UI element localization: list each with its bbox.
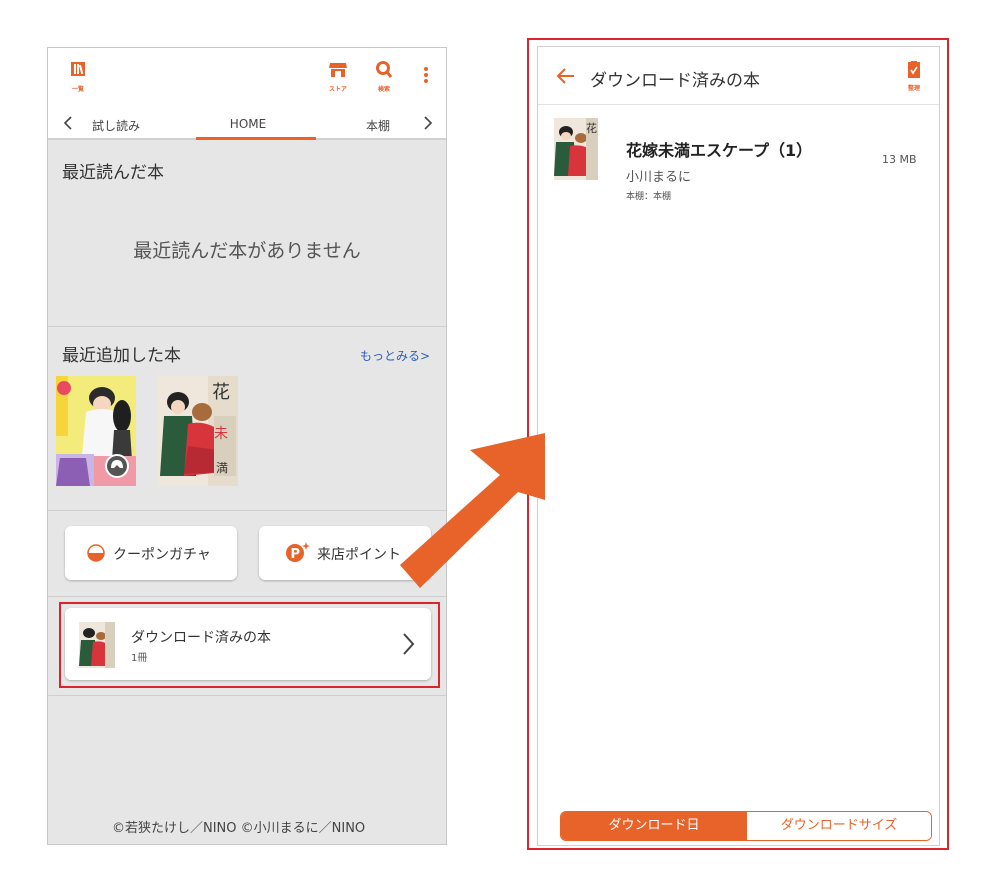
search-label: 検索 [377, 86, 390, 93]
manage-button[interactable]: 整理 [902, 61, 926, 92]
back-arrow-icon[interactable] [556, 67, 576, 85]
tab-bookshelf[interactable]: 本棚 [366, 117, 390, 134]
tab-bar: 試し読み HOME 本棚 [48, 108, 446, 140]
divider [48, 326, 446, 327]
downloaded-books-button[interactable]: ダウンロード済みの本 1冊 [65, 608, 431, 680]
downloaded-book-thumbnail [79, 622, 115, 668]
header-bar: ダウンロード済みの本 整理 [538, 47, 939, 105]
left-phone-screen: 一覧 ストア 検索 試し読み HOME 本棚 最近読んだ本 最近読んだ本がありま… [47, 47, 447, 845]
recent-added-title: 最近追加した本 [62, 346, 181, 366]
list-button[interactable]: 一覧 [66, 60, 90, 93]
book-cover-1-art [56, 376, 136, 486]
book-author: 小川まるに [626, 170, 692, 185]
chevron-right-icon [403, 633, 415, 655]
downloaded-books-count: 1冊 [131, 653, 148, 664]
divider [48, 596, 446, 597]
recent-read-empty-message: 最近読んだ本がありません [133, 240, 361, 262]
svg-text:花: 花 [586, 122, 597, 135]
tab-home[interactable]: HOME [208, 117, 288, 131]
more-menu-button[interactable] [422, 66, 430, 90]
copyright-text: ©若狭たけし／NINO ©小川まるに／NINO [112, 821, 366, 836]
more-vertical-icon [424, 67, 428, 83]
sort-by-download-size[interactable]: ダウンロードサイズ [747, 812, 931, 840]
manage-clipboard-icon [908, 61, 920, 78]
coupon-gacha-label: クーポンガチャ [113, 547, 211, 563]
book-thumbnail: 花 [554, 118, 598, 180]
store-label: ストア [328, 86, 347, 93]
downloaded-books-screen: ダウンロード済みの本 整理 花 花嫁未満エスケープ（1） 小川まるに 本棚：本棚… [537, 46, 940, 846]
search-button[interactable]: 検索 [372, 60, 396, 93]
tab-trial[interactable]: 試し読み [92, 117, 140, 134]
list-label: 一覧 [71, 86, 84, 93]
sort-by-download-date[interactable]: ダウンロード日 [561, 812, 747, 840]
manage-label: 整理 [907, 85, 920, 92]
book-file-size: 13 MB [882, 153, 917, 166]
sort-toggle: ダウンロード日 ダウンロードサイズ [560, 811, 932, 841]
gacha-capsule-icon [87, 544, 105, 562]
store-icon [329, 63, 347, 77]
top-app-bar: 一覧 ストア 検索 [48, 48, 446, 108]
page-title: ダウンロード済みの本 [590, 71, 760, 91]
downloaded-books-title: ダウンロード済みの本 [131, 630, 271, 646]
bookshelf-icon [71, 62, 85, 76]
svg-text:未: 未 [214, 426, 228, 442]
svg-text:花: 花 [212, 382, 230, 403]
search-icon [376, 61, 393, 78]
book-shelf: 本棚：本棚 [626, 192, 672, 202]
book-cover-2[interactable]: 花 未 満 [158, 376, 238, 486]
coupon-gacha-button[interactable]: クーポンガチャ [65, 526, 237, 580]
divider [48, 695, 446, 696]
transition-arrow-icon [400, 433, 545, 588]
book-cover-1[interactable] [56, 376, 136, 486]
recent-read-title: 最近読んだ本 [62, 163, 164, 183]
see-more-link[interactable]: もっとみる> [360, 347, 430, 364]
visit-points-label: 来店ポイント [317, 547, 401, 563]
chevron-left-icon[interactable] [62, 115, 74, 134]
book-cover-2-art: 花 未 満 [158, 376, 238, 486]
point-p-icon: P [286, 542, 310, 562]
active-tab-indicator [196, 137, 316, 140]
svg-text:P: P [291, 547, 301, 562]
right-phone-highlight-frame: ダウンロード済みの本 整理 花 花嫁未満エスケープ（1） 小川まるに 本棚：本棚… [527, 38, 949, 850]
chevron-right-icon[interactable] [422, 115, 434, 134]
divider [48, 510, 446, 511]
svg-text:満: 満 [216, 461, 228, 475]
book-list-item[interactable]: 花 花嫁未満エスケープ（1） 小川まるに 本棚：本棚 13 MB [538, 106, 939, 202]
store-button[interactable]: ストア [326, 60, 350, 93]
book-title: 花嫁未満エスケープ（1） [626, 141, 813, 160]
